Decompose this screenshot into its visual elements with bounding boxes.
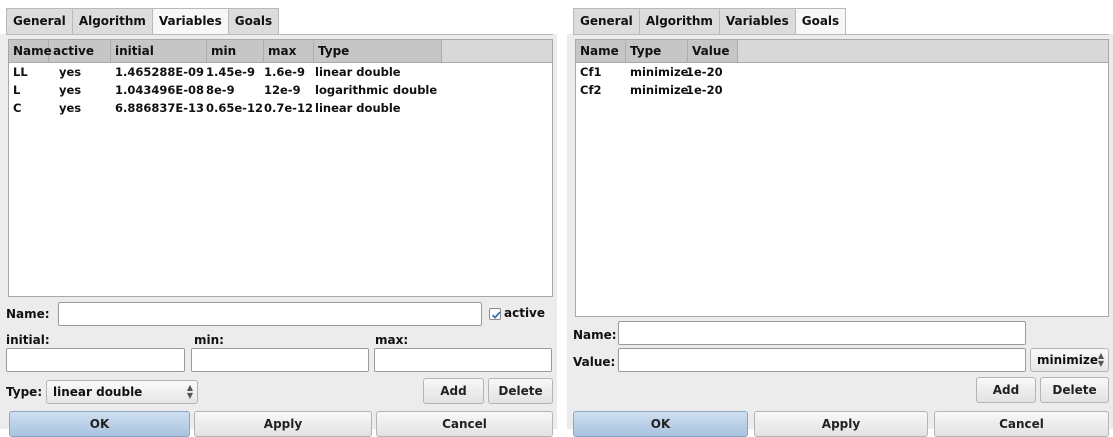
cell-min: 0.65e-12 [206, 101, 263, 115]
column-header-name[interactable]: Name [576, 40, 626, 62]
tab-variables[interactable]: Variables [718, 8, 796, 34]
cell-type: logarithmic double [315, 83, 438, 97]
tab-general[interactable]: General [6, 8, 73, 34]
goal-name-input[interactable] [618, 321, 1026, 345]
cancel-button[interactable]: Cancel [934, 411, 1109, 437]
table-row[interactable]: LL yes 1.465288E-09 1.45e-9 1.6e-9 linea… [9, 63, 552, 81]
apply-button[interactable]: Apply [194, 411, 372, 437]
cell-max: 12e-9 [264, 83, 301, 97]
variables-dialog: General Algorithm Variables Goals Name a… [0, 0, 557, 437]
initial-input[interactable] [6, 348, 185, 372]
tab-bar: General Algorithm Variables Goals [567, 0, 1113, 35]
column-header-active[interactable]: active [49, 40, 111, 62]
column-header-type[interactable]: Type [626, 40, 688, 62]
cell-name: LL [13, 65, 28, 79]
cell-initial: 6.886837E-13 [115, 101, 205, 115]
type-select[interactable]: linear double ▲ ▼ [46, 380, 198, 404]
goals-tab-content: Name Type Value Cf1 minimize 1e-20 Cf2 m… [573, 34, 1109, 437]
table-row[interactable]: Cf1 minimize 1e-20 [576, 63, 1108, 81]
table-header: Name active initial min max Type [9, 40, 552, 63]
ok-button[interactable]: OK [9, 411, 190, 437]
cell-initial: 1.465288E-09 [115, 65, 205, 79]
add-button[interactable]: Add [976, 377, 1036, 403]
name-label: Name: [573, 328, 617, 342]
goal-type-select[interactable]: minimize ▲ ▼ [1030, 348, 1109, 372]
header-filler [442, 40, 552, 62]
cell-name: Cf1 [580, 65, 602, 79]
cell-type: linear double [315, 101, 401, 115]
cell-type: linear double [315, 65, 401, 79]
max-input[interactable] [374, 348, 552, 372]
table-row[interactable]: C yes 6.886837E-13 0.65e-12 0.7e-12 line… [9, 99, 552, 117]
min-input[interactable] [191, 348, 369, 372]
name-input[interactable] [58, 302, 482, 326]
goal-type-select-value: minimize [1037, 353, 1099, 367]
tab-algorithm[interactable]: Algorithm [638, 8, 720, 34]
cell-min: 8e-9 [206, 83, 235, 97]
delete-button[interactable]: Delete [488, 378, 553, 404]
column-header-value[interactable]: Value [688, 40, 738, 62]
delete-button[interactable]: Delete [1040, 377, 1109, 403]
column-header-initial[interactable]: initial [111, 40, 207, 62]
table-row[interactable]: L yes 1.043496E-08 8e-9 12e-9 logarithmi… [9, 81, 552, 99]
table-header: Name Type Value [576, 40, 1108, 63]
goals-dialog: General Algorithm Variables Goals Name T… [567, 0, 1113, 437]
tab-algorithm[interactable]: Algorithm [71, 8, 153, 34]
cell-initial: 1.043496E-08 [115, 83, 205, 97]
column-header-max[interactable]: max [264, 40, 314, 62]
name-label: Name: [6, 307, 50, 321]
variables-tab-content: Name active initial min max Type LL yes … [6, 34, 553, 437]
goal-value-input[interactable] [618, 348, 1026, 372]
cancel-button[interactable]: Cancel [376, 411, 553, 437]
cell-min: 1.45e-9 [206, 65, 255, 79]
cell-max: 0.7e-12 [264, 101, 313, 115]
tab-variables[interactable]: Variables [151, 8, 229, 35]
cell-type: minimize [630, 83, 689, 97]
updown-arrows-icon: ▲ ▼ [1097, 351, 1104, 368]
active-checkbox[interactable]: active [489, 306, 545, 320]
cell-name: C [13, 101, 22, 115]
tab-general[interactable]: General [573, 8, 640, 34]
column-header-name[interactable]: Name [9, 40, 52, 62]
tab-bar: General Algorithm Variables Goals [0, 0, 557, 35]
cell-value: 1e-20 [686, 65, 723, 79]
cell-active: yes [59, 101, 82, 115]
cell-type: minimize [630, 65, 689, 79]
cell-active: yes [59, 65, 82, 79]
cell-name: Cf2 [580, 83, 602, 97]
table-row[interactable]: Cf2 minimize 1e-20 [576, 81, 1108, 99]
type-label: Type: [6, 385, 43, 399]
variables-table[interactable]: Name active initial min max Type LL yes … [8, 39, 553, 297]
cell-name: L [13, 83, 21, 97]
initial-label: initial: [6, 333, 50, 347]
cell-max: 1.6e-9 [264, 65, 305, 79]
min-label: min: [194, 333, 224, 347]
type-select-value: linear double [53, 385, 143, 399]
header-filler [738, 40, 1108, 62]
ok-button[interactable]: OK [573, 411, 748, 437]
checkmark-icon[interactable] [489, 307, 501, 320]
cell-active: yes [59, 83, 82, 97]
column-header-type[interactable]: Type [314, 40, 442, 62]
active-checkbox-label: active [504, 306, 546, 320]
apply-button[interactable]: Apply [754, 411, 928, 437]
add-button[interactable]: Add [423, 378, 484, 404]
updown-arrows-icon: ▲ ▼ [186, 383, 193, 400]
column-header-min[interactable]: min [207, 40, 264, 62]
max-label: max: [375, 333, 409, 347]
tab-goals[interactable]: Goals [227, 8, 280, 34]
value-label: Value: [573, 355, 616, 369]
goals-table[interactable]: Name Type Value Cf1 minimize 1e-20 Cf2 m… [575, 39, 1109, 317]
cell-value: 1e-20 [686, 83, 723, 97]
tab-goals[interactable]: Goals [794, 8, 847, 35]
